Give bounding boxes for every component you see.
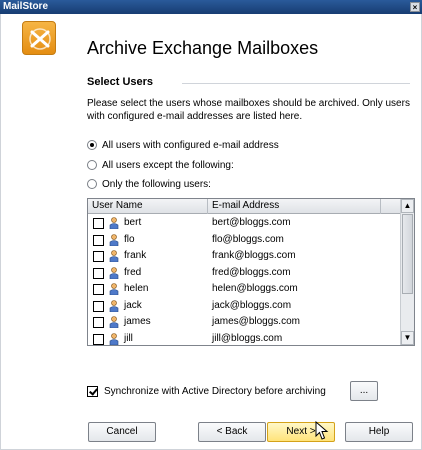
email-cell: fred@bloggs.com: [212, 266, 291, 278]
browse-button[interactable]: ...: [350, 381, 378, 401]
row-checkbox[interactable]: [93, 317, 104, 328]
back-button[interactable]: < Back: [198, 422, 266, 442]
column-header-user-name[interactable]: User Name: [88, 199, 208, 214]
email-cell: bert@bloggs.com: [212, 217, 291, 228]
list-rows: bert bert@bloggs.com flo flo@bloggs.com …: [88, 215, 401, 346]
table-row[interactable]: james james@bloggs.com: [88, 314, 401, 331]
user-name-cell: fred: [124, 266, 142, 278]
radio-label: All users with configured e-mail address: [102, 139, 279, 151]
user-icon: [109, 283, 119, 295]
scroll-down-icon[interactable]: ▼: [401, 331, 414, 345]
row-checkbox[interactable]: [93, 300, 104, 312]
user-icon: [109, 266, 119, 279]
table-row[interactable]: jack jack@bloggs.com: [88, 298, 401, 315]
title-bar: MailStore ×: [0, 0, 422, 14]
user-name-cell: jill: [124, 332, 133, 344]
radio-unselected-icon[interactable]: [87, 160, 97, 170]
email-cell: frank@bloggs.com: [212, 250, 296, 261]
user-icon: [109, 332, 119, 345]
row-checkbox[interactable]: [93, 218, 104, 229]
radio-all-except[interactable]: All users except the following:: [87, 158, 234, 172]
user-name-cell: jack: [124, 299, 142, 311]
user-icon: [109, 217, 119, 229]
user-icon: [109, 233, 119, 246]
email-cell: flo@bloggs.com: [212, 233, 284, 245]
table-row[interactable]: helen helen@bloggs.com: [88, 281, 401, 298]
radio-label: Only the following users:: [102, 178, 211, 190]
radio-only-following[interactable]: Only the following users:: [87, 177, 211, 191]
section-title: Select Users: [87, 76, 154, 88]
table-row[interactable]: fred fred@bloggs.com: [88, 265, 401, 282]
list-header: User Name E-mail Address: [88, 199, 401, 214]
scroll-thumb[interactable]: [402, 214, 413, 294]
sync-label: Synchronize with Active Directory before…: [104, 386, 326, 397]
radio-unselected-icon[interactable]: [87, 179, 97, 189]
close-icon[interactable]: ×: [410, 2, 420, 12]
user-name-cell: bert: [124, 217, 142, 228]
row-checkbox[interactable]: [93, 251, 104, 262]
row-checkbox[interactable]: [93, 284, 104, 295]
radio-selected-icon[interactable]: [87, 140, 97, 150]
vertical-scrollbar[interactable]: ▲ ▼: [400, 199, 414, 345]
column-header-email[interactable]: E-mail Address: [208, 199, 381, 214]
mouse-cursor-icon: [315, 421, 329, 440]
table-row[interactable]: frank frank@bloggs.com: [88, 248, 401, 265]
user-name-cell: flo: [124, 233, 135, 245]
user-name-cell: james: [124, 316, 151, 327]
row-checkbox[interactable]: [93, 234, 104, 246]
user-name-cell: helen: [124, 283, 149, 294]
section-divider: [182, 83, 410, 84]
scroll-up-icon[interactable]: ▲: [401, 199, 414, 213]
user-name-cell: frank: [124, 250, 147, 261]
table-row[interactable]: flo flo@bloggs.com: [88, 232, 401, 249]
table-row[interactable]: jill jill@bloggs.com: [88, 331, 401, 346]
row-checkbox[interactable]: [93, 267, 104, 279]
users-list[interactable]: User Name E-mail Address bert bert@blogg…: [87, 198, 415, 346]
email-cell: jack@bloggs.com: [212, 299, 292, 311]
mailstore-logo-icon: [22, 21, 56, 55]
sync-checkbox[interactable]: [87, 386, 98, 397]
user-icon: [109, 316, 119, 328]
radio-all-configured[interactable]: All users with configured e-mail address: [87, 138, 279, 152]
window-title: MailStore: [3, 1, 49, 12]
radio-label: All users except the following:: [102, 159, 234, 171]
sync-ad-option[interactable]: Synchronize with Active Directory before…: [87, 386, 326, 397]
description-text: Please select the users whose mailboxes …: [87, 98, 410, 122]
cancel-button[interactable]: Cancel: [88, 422, 156, 442]
row-checkbox[interactable]: [93, 333, 104, 345]
email-cell: jill@bloggs.com: [212, 332, 283, 344]
page-title: Archive Exchange Mailboxes: [87, 38, 319, 58]
user-icon: [109, 299, 119, 312]
user-icon: [109, 250, 119, 262]
email-cell: james@bloggs.com: [212, 316, 300, 327]
help-button[interactable]: Help: [345, 422, 413, 442]
email-cell: helen@bloggs.com: [212, 283, 298, 294]
table-row[interactable]: bert bert@bloggs.com: [88, 215, 401, 232]
